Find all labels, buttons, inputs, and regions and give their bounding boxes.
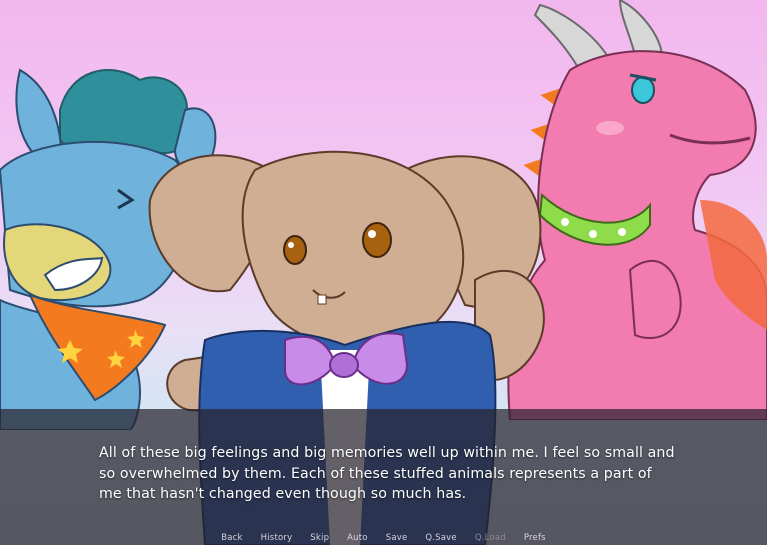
history-button[interactable]: History (252, 533, 302, 543)
preferences-button[interactable]: Prefs (515, 533, 555, 543)
back-button[interactable]: Back (212, 533, 251, 543)
quick-menu: Back History Skip Auto Save Q.Save Q.Loa… (0, 533, 767, 543)
skip-button[interactable]: Skip (301, 533, 338, 543)
auto-button[interactable]: Auto (338, 533, 377, 543)
save-button[interactable]: Save (377, 533, 417, 543)
quick-save-button[interactable]: Q.Save (416, 533, 465, 543)
quick-load-button[interactable]: Q.Load (466, 533, 515, 543)
dialogue-text: All of these big feelings and big memori… (99, 445, 675, 502)
game-scene[interactable]: All of these big feelings and big memori… (0, 0, 767, 545)
